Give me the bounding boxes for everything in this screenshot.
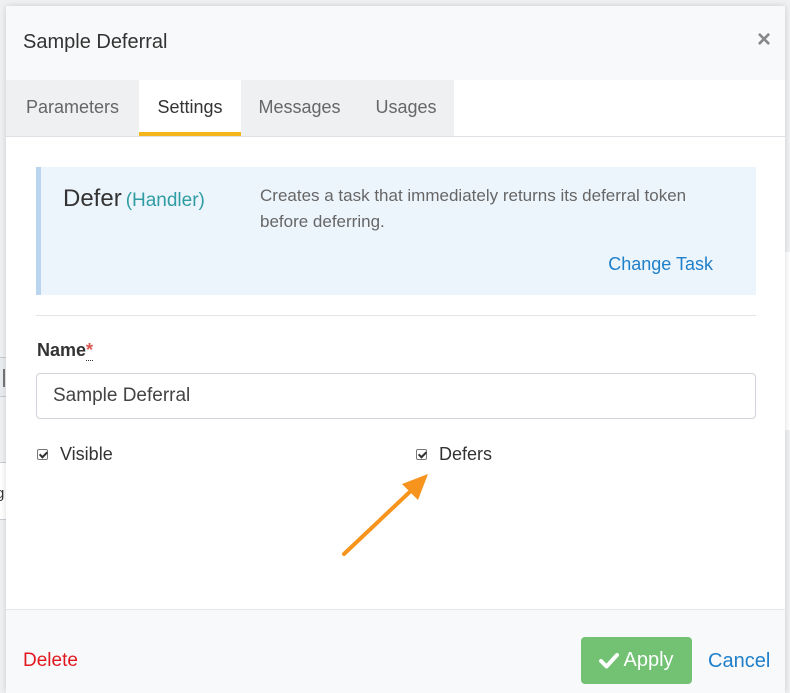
task-name-text: Defer: [63, 185, 122, 212]
section-divider: [36, 315, 756, 316]
dialog-footer: Delete Apply Cancel: [6, 609, 785, 693]
defers-label: Defers: [439, 443, 493, 464]
visible-checkbox-row[interactable]: Visible: [37, 443, 113, 465]
visible-checkbox[interactable]: [37, 448, 48, 460]
defers-checkbox[interactable]: [416, 448, 427, 460]
background-edge-text: g: [0, 485, 4, 502]
tab-messages[interactable]: Messages: [241, 80, 358, 136]
dialog-title: Sample Deferral: [23, 31, 168, 53]
task-description: Creates a task that immediately returns …: [260, 186, 687, 231]
apply-button[interactable]: Apply: [581, 637, 692, 684]
cancel-button[interactable]: Cancel: [708, 650, 770, 673]
name-label-text: Name: [37, 340, 87, 360]
task-name: Defer (Handler): [63, 185, 205, 213]
grip-icon: [3, 369, 5, 387]
checkmark-icon: [599, 652, 620, 668]
visible-label: Visible: [60, 443, 113, 464]
name-input[interactable]: [36, 373, 756, 419]
task-settings-dialog: Sample Deferral × Parameters Settings Me…: [6, 6, 785, 693]
task-info-panel: Defer (Handler) Creates a task that immed…: [36, 167, 756, 295]
change-task-link[interactable]: Change Task: [608, 254, 713, 275]
required-indicator: *: [86, 340, 94, 361]
tab-settings[interactable]: Settings: [139, 80, 241, 136]
dialog-header: Sample Deferral ×: [6, 6, 785, 80]
annotation-arrow-icon: [342, 474, 428, 556]
defers-checkbox-row[interactable]: Defers: [416, 443, 492, 465]
task-type: (Handler): [125, 190, 205, 211]
name-label: Name*: [37, 340, 94, 361]
tab-bar: Parameters Settings Messages Usages: [6, 80, 785, 137]
tab-parameters[interactable]: Parameters: [6, 80, 139, 136]
delete-button[interactable]: Delete: [23, 650, 78, 672]
tab-usages[interactable]: Usages: [358, 80, 454, 136]
close-icon[interactable]: ×: [757, 28, 771, 52]
apply-label: Apply: [623, 649, 674, 671]
